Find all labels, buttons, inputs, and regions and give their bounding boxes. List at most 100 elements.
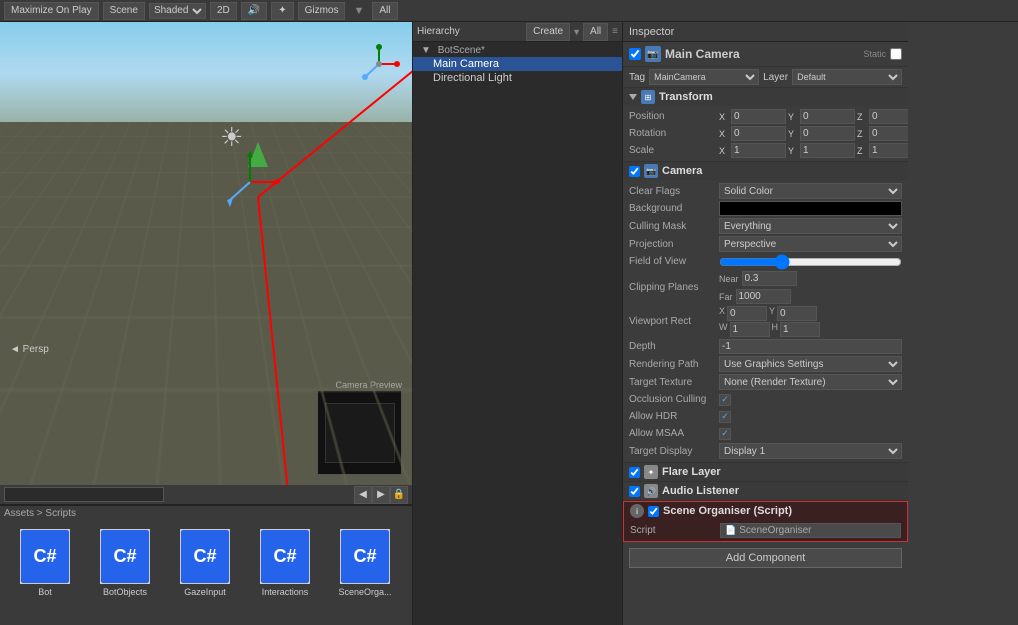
top-toolbar: Maximize On Play Scene Shaded 2D 🔊 ✦ Giz… xyxy=(0,0,1018,22)
list-item[interactable]: C# Bot xyxy=(15,529,75,597)
pos-x-input[interactable] xyxy=(731,109,786,124)
effects-btn[interactable]: ✦ xyxy=(271,2,293,20)
prev-btn[interactable]: ◀ xyxy=(354,486,372,504)
asset-search-input[interactable] xyxy=(4,487,164,502)
all-btn[interactable]: All xyxy=(372,2,397,20)
scene-organiser-header[interactable]: i Scene Organiser (Script) xyxy=(624,502,907,520)
maximize-on-play-btn[interactable]: Maximize On Play xyxy=(4,2,99,20)
y-label: Y xyxy=(788,112,798,122)
camera-arrows xyxy=(220,152,280,212)
target-display-select[interactable]: Display 1 xyxy=(719,443,902,459)
projection-select[interactable]: Perspective xyxy=(719,236,902,252)
list-item[interactable]: C# GazeInput xyxy=(175,529,235,597)
background-color-swatch[interactable] xyxy=(719,201,902,216)
clear-flags-row: Clear Flags Solid Color xyxy=(629,182,902,200)
list-item[interactable]: C# BotObjects xyxy=(95,529,155,597)
list-item[interactable]: C# Interactions xyxy=(255,529,315,597)
rendering-path-select[interactable]: Use Graphics Settings xyxy=(719,356,902,372)
scale-y-input[interactable] xyxy=(800,143,855,158)
bottom-panel: Assets > Scripts C# Bot C# BotObjects xyxy=(0,505,412,625)
culling-mask-select[interactable]: Everything xyxy=(719,218,902,234)
camera-body: Clear Flags Solid Color Background Culli… xyxy=(623,180,908,462)
hierarchy-scene-root[interactable]: ▼ BotScene* xyxy=(413,44,622,57)
far-input[interactable] xyxy=(736,289,791,304)
hierarchy-options-btn[interactable]: ≡ xyxy=(612,26,618,37)
rot-x-input[interactable] xyxy=(731,126,786,141)
2d-btn[interactable]: 2D xyxy=(210,2,237,20)
occlusion-checkbox[interactable]: ✓ xyxy=(719,394,731,406)
depth-row: Depth xyxy=(629,338,902,355)
vp-y-input[interactable] xyxy=(777,306,817,321)
gizmos-btn[interactable]: Gizmos xyxy=(298,2,346,20)
inspector-content: 📷 Main Camera Static Tag MainCamera Laye… xyxy=(623,42,908,625)
scene-organiser-section: i Scene Organiser (Script) Script 📄 Scen… xyxy=(623,501,908,542)
near-label: Near xyxy=(719,274,739,284)
list-item[interactable]: C# SceneOrga... xyxy=(335,529,395,597)
tag-select[interactable]: MainCamera xyxy=(649,69,759,85)
pos-z-input[interactable] xyxy=(869,109,908,124)
hierarchy-content: ▼ BotScene* Main Camera Directional Ligh… xyxy=(413,42,622,625)
flare-layer-checkbox[interactable] xyxy=(629,467,640,478)
asset-label-bot: Bot xyxy=(38,587,52,597)
inspector-panel: Inspector 📷 Main Camera Static Tag MainC… xyxy=(623,22,908,625)
vp-h-input[interactable] xyxy=(780,322,820,337)
rot-y-input[interactable] xyxy=(800,126,855,141)
hdr-checkbox[interactable]: ✓ xyxy=(719,411,731,423)
scale-z-input[interactable] xyxy=(869,143,908,158)
transform-header[interactable]: ⊞ Transform xyxy=(623,88,908,106)
culling-mask-label: Culling Mask xyxy=(629,221,719,232)
pos-y-input[interactable] xyxy=(800,109,855,124)
target-texture-row: Target Texture None (Render Texture) xyxy=(629,373,902,391)
hierarchy-item-main-camera[interactable]: Main Camera xyxy=(413,57,622,71)
scene-organiser-checkbox[interactable] xyxy=(648,506,659,517)
static-checkbox[interactable] xyxy=(890,48,902,60)
assets-content: C# Bot C# BotObjects C# GazeInput xyxy=(0,521,412,605)
transform-icon: ⊞ xyxy=(641,90,655,104)
add-component-btn[interactable]: Add Component xyxy=(629,548,902,568)
sx-label: X xyxy=(719,146,729,156)
vp-w-input[interactable] xyxy=(730,322,770,337)
scene-view: ◄ Persp ☀ xyxy=(0,22,412,485)
lock-icon[interactable]: 🔒 xyxy=(390,486,408,504)
near-input[interactable] xyxy=(742,271,797,286)
camera-object-icon: 📷 xyxy=(645,46,661,62)
occlusion-label: Occlusion Culling xyxy=(629,394,719,405)
layer-select[interactable]: Default xyxy=(792,69,902,85)
object-active-checkbox[interactable] xyxy=(629,48,641,60)
clipping-values: Near Far xyxy=(719,271,902,304)
script-ref: 📄 SceneOrganiser xyxy=(720,523,901,538)
tag-layer-row: Tag MainCamera Layer Default xyxy=(623,67,908,88)
rot-z-input[interactable] xyxy=(869,126,908,141)
scene-tab-btn[interactable]: Scene xyxy=(103,2,145,20)
scene-panel: ◄ Persp ☀ xyxy=(0,22,413,625)
scale-x-input[interactable] xyxy=(731,143,786,158)
vp-x-input[interactable] xyxy=(727,306,767,321)
next-btn[interactable]: ▶ xyxy=(372,486,390,504)
audio-btn[interactable]: 🔊 xyxy=(241,2,267,20)
flare-layer-header[interactable]: ✦ Flare Layer xyxy=(623,463,908,481)
audio-listener-checkbox[interactable] xyxy=(629,486,640,497)
hierarchy-all-btn[interactable]: All xyxy=(583,23,608,41)
clear-flags-label: Clear Flags xyxy=(629,186,719,197)
camera-preview-box xyxy=(317,390,402,475)
clear-flags-select[interactable]: Solid Color xyxy=(719,183,902,199)
camera-header[interactable]: 📷 Camera xyxy=(623,162,908,180)
rendering-path-label: Rendering Path xyxy=(629,359,719,370)
projection-row: Projection Perspective xyxy=(629,235,902,253)
audio-listener-header[interactable]: 🔊 Audio Listener xyxy=(623,482,908,500)
z-label: Z xyxy=(857,112,867,122)
fov-slider[interactable] xyxy=(719,256,902,268)
viewport-label: Viewport Rect xyxy=(629,316,719,327)
target-texture-label: Target Texture xyxy=(629,377,719,388)
vp-y-label: Y xyxy=(769,306,775,321)
camera-checkbox[interactable] xyxy=(629,166,640,177)
msaa-checkbox[interactable]: ✓ xyxy=(719,428,731,440)
shaded-select[interactable]: Shaded xyxy=(149,3,206,19)
depth-input[interactable] xyxy=(719,339,902,354)
asset-icon-bot: C# xyxy=(20,529,70,584)
clipping-row: Clipping Planes Near Far xyxy=(629,270,902,305)
hierarchy-item-directional-light[interactable]: Directional Light xyxy=(413,71,622,85)
hierarchy-create-btn[interactable]: Create xyxy=(526,23,570,41)
scene-organiser-body: Script 📄 SceneOrganiser xyxy=(624,520,907,541)
target-texture-select[interactable]: None (Render Texture) xyxy=(719,374,902,390)
